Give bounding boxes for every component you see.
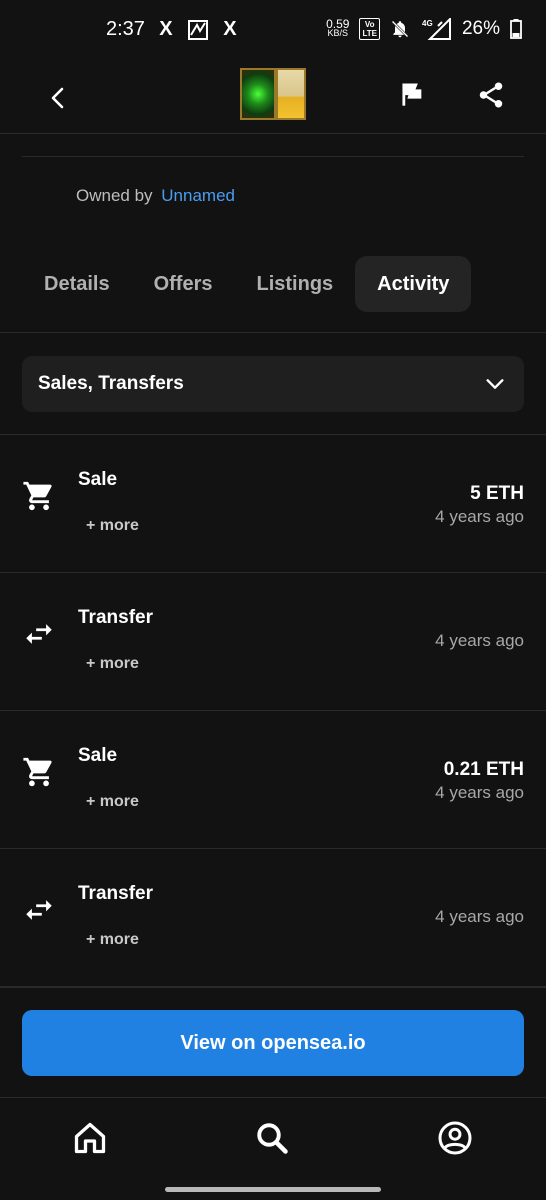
activity-time: 4 years ago bbox=[435, 783, 524, 802]
battery-percent: 26% bbox=[461, 18, 500, 39]
bottom-nav bbox=[0, 1097, 546, 1200]
chevron-down-icon bbox=[486, 379, 504, 389]
owned-by: Owned by Unnamed bbox=[76, 186, 235, 206]
view-on-opensea-button[interactable]: View on opensea.io bbox=[22, 1010, 524, 1076]
x-app-icon: X bbox=[159, 18, 173, 40]
more-link[interactable]: + more bbox=[86, 517, 139, 535]
volte-top: Vo bbox=[364, 20, 375, 29]
net-speed-unit: KB/S bbox=[327, 28, 349, 38]
tab-bar: Details Offers Listings Activity bbox=[22, 256, 472, 312]
cta-area: View on opensea.io bbox=[0, 986, 546, 1098]
owner-link[interactable]: Unnamed bbox=[161, 186, 235, 205]
activity-price: 5 ETH bbox=[470, 483, 524, 504]
activity-type: Sale bbox=[78, 745, 118, 766]
activity-filter-dropdown[interactable]: Sales, Transfers bbox=[22, 356, 524, 412]
status-left: 2:37 X X bbox=[106, 18, 241, 41]
filter-value: Sales, Transfers bbox=[38, 373, 184, 394]
net-speed: 0.59 KB/S bbox=[326, 18, 349, 38]
share-icon[interactable] bbox=[476, 80, 506, 110]
tab-listings[interactable]: Listings bbox=[235, 256, 356, 312]
home-indicator[interactable] bbox=[165, 1187, 381, 1192]
cart-icon bbox=[23, 481, 52, 511]
flag-icon[interactable] bbox=[398, 80, 426, 108]
activity-time: 4 years ago bbox=[435, 507, 524, 526]
chevron-left-icon bbox=[51, 87, 64, 109]
network-type: 4G bbox=[422, 19, 433, 28]
cart-icon bbox=[23, 757, 52, 787]
status-right: 0.59 KB/S Vo LTE 4G 26% bbox=[326, 18, 522, 40]
transfer-arrows-icon bbox=[26, 900, 52, 920]
divider bbox=[22, 156, 524, 157]
activity-row[interactable]: Transfer + more 4 years ago bbox=[0, 573, 546, 711]
volte-bottom: LTE bbox=[362, 29, 377, 38]
status-time: 2:37 bbox=[106, 18, 145, 40]
battery-icon bbox=[510, 19, 522, 39]
activity-type: Sale bbox=[78, 469, 118, 490]
search-icon[interactable] bbox=[254, 1120, 290, 1156]
activity-row[interactable]: Sale + more 5 ETH 4 years ago bbox=[0, 435, 546, 573]
nft-thumbnail[interactable] bbox=[240, 68, 306, 120]
account-icon[interactable] bbox=[437, 1120, 473, 1156]
activity-row[interactable]: Sale + more 0.21 ETH 4 years ago bbox=[0, 711, 546, 849]
app-bar bbox=[0, 64, 546, 134]
activity-price: 0.21 ETH bbox=[443, 759, 524, 780]
activity-time: 4 years ago bbox=[435, 907, 524, 926]
tab-activity[interactable]: Activity bbox=[355, 256, 472, 312]
activity-time: 4 years ago bbox=[435, 631, 524, 650]
activity-row[interactable]: Transfer + more 4 years ago bbox=[0, 849, 546, 987]
x-app-icon-2: X bbox=[223, 18, 237, 40]
more-link[interactable]: + more bbox=[86, 931, 139, 949]
tab-offers[interactable]: Offers bbox=[132, 256, 235, 312]
volte-icon: Vo LTE bbox=[359, 18, 380, 40]
bell-off-icon bbox=[391, 20, 409, 38]
transfer-arrows-icon bbox=[26, 624, 52, 644]
activity-type: Transfer bbox=[78, 607, 153, 628]
tabs-divider bbox=[0, 332, 546, 333]
more-link[interactable]: + more bbox=[86, 655, 139, 673]
status-bar: 2:37 X X 0.59 KB/S Vo LTE 4G 26% bbox=[0, 0, 546, 64]
more-link[interactable]: + more bbox=[86, 793, 139, 811]
activity-type: Transfer bbox=[78, 883, 153, 904]
home-icon[interactable] bbox=[72, 1120, 108, 1156]
signal-icon: 4G bbox=[422, 18, 451, 40]
owned-by-label: Owned by bbox=[76, 186, 153, 205]
nft-thumbnail-card bbox=[276, 68, 306, 120]
back-button[interactable] bbox=[38, 78, 78, 118]
tab-details[interactable]: Details bbox=[22, 256, 132, 312]
notification-app-icon bbox=[187, 19, 208, 40]
nft-thumbnail-art bbox=[240, 68, 276, 120]
